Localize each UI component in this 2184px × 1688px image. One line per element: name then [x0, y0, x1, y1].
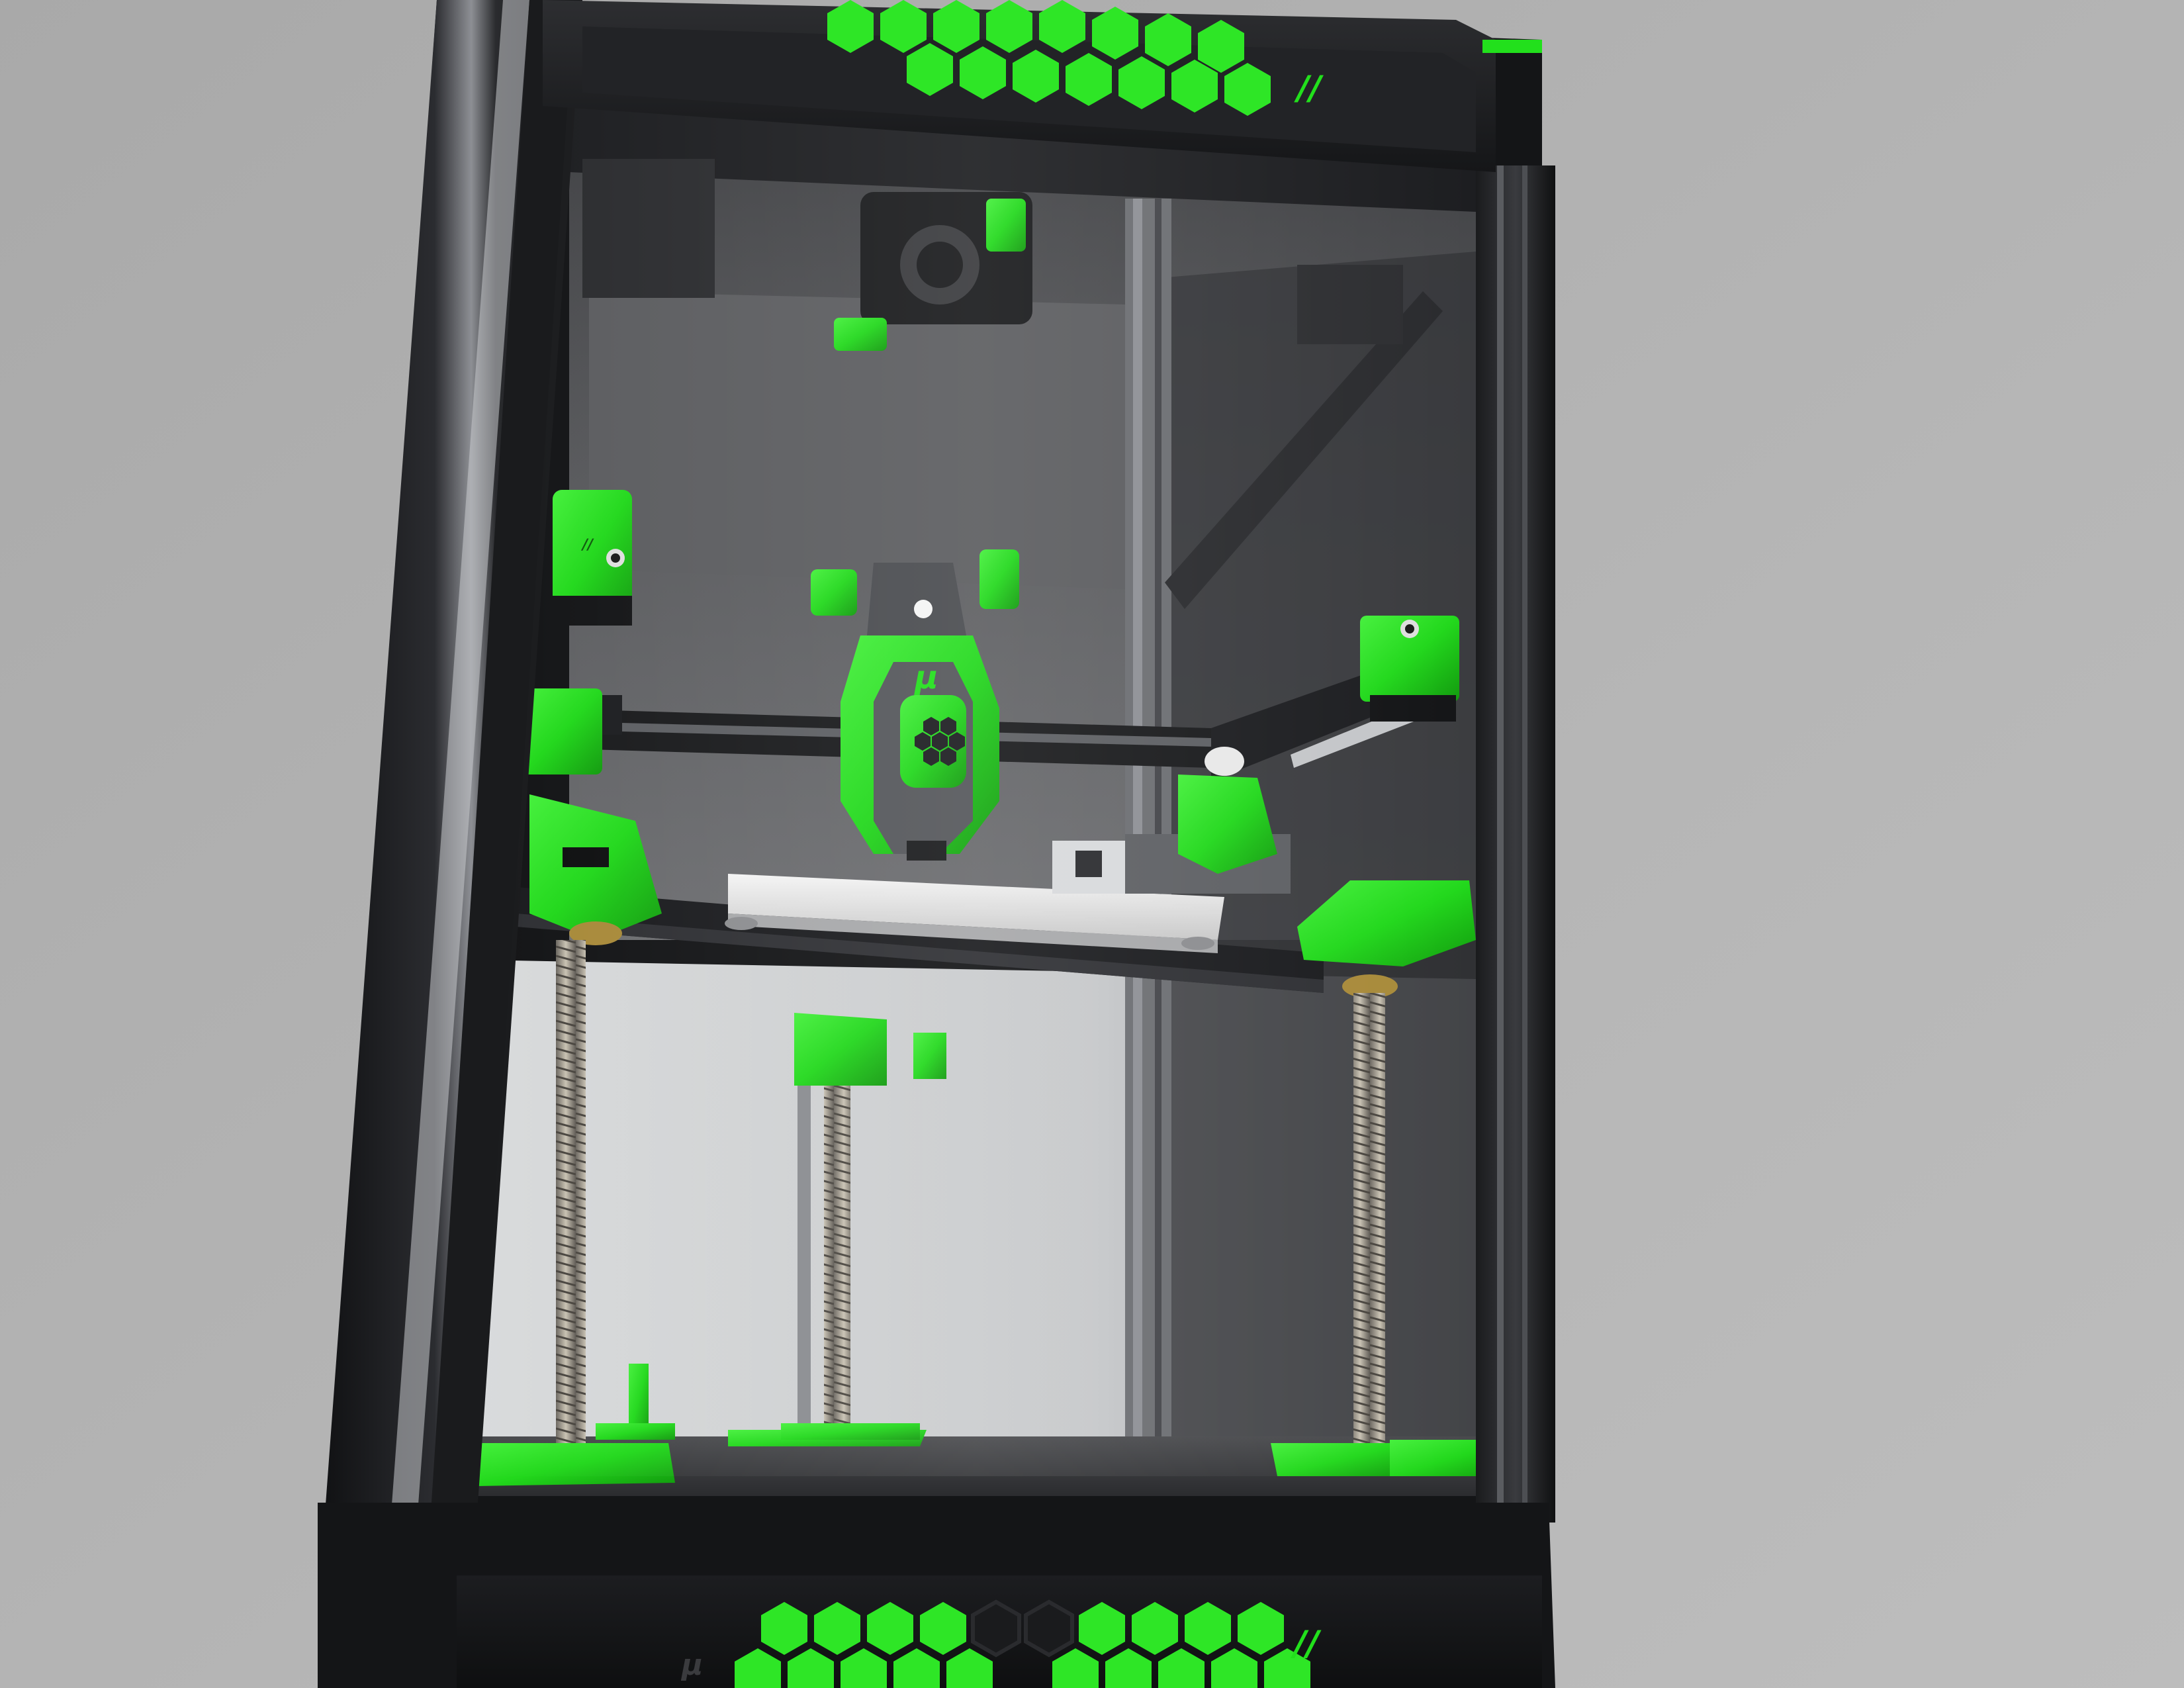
glass-door: [477, 79, 1476, 1476]
top-corner-accent: [1482, 40, 1542, 53]
render-scene: // µ //: [0, 0, 2184, 1688]
top-panel-logo: //: [1294, 69, 1324, 107]
printer-render: // µ //: [0, 0, 2184, 1688]
right-front-pillar: [1476, 165, 1555, 1523]
bottom-panel-logo-left: µ: [680, 1648, 703, 1682]
printer-shape: [1024, 1599, 1074, 1658]
bottom-panel-logo-right: //: [1291, 1624, 1322, 1664]
printer-shape: [1497, 165, 1504, 1523]
printer-shape: [1522, 165, 1527, 1523]
printer-shape: [971, 1599, 1021, 1658]
